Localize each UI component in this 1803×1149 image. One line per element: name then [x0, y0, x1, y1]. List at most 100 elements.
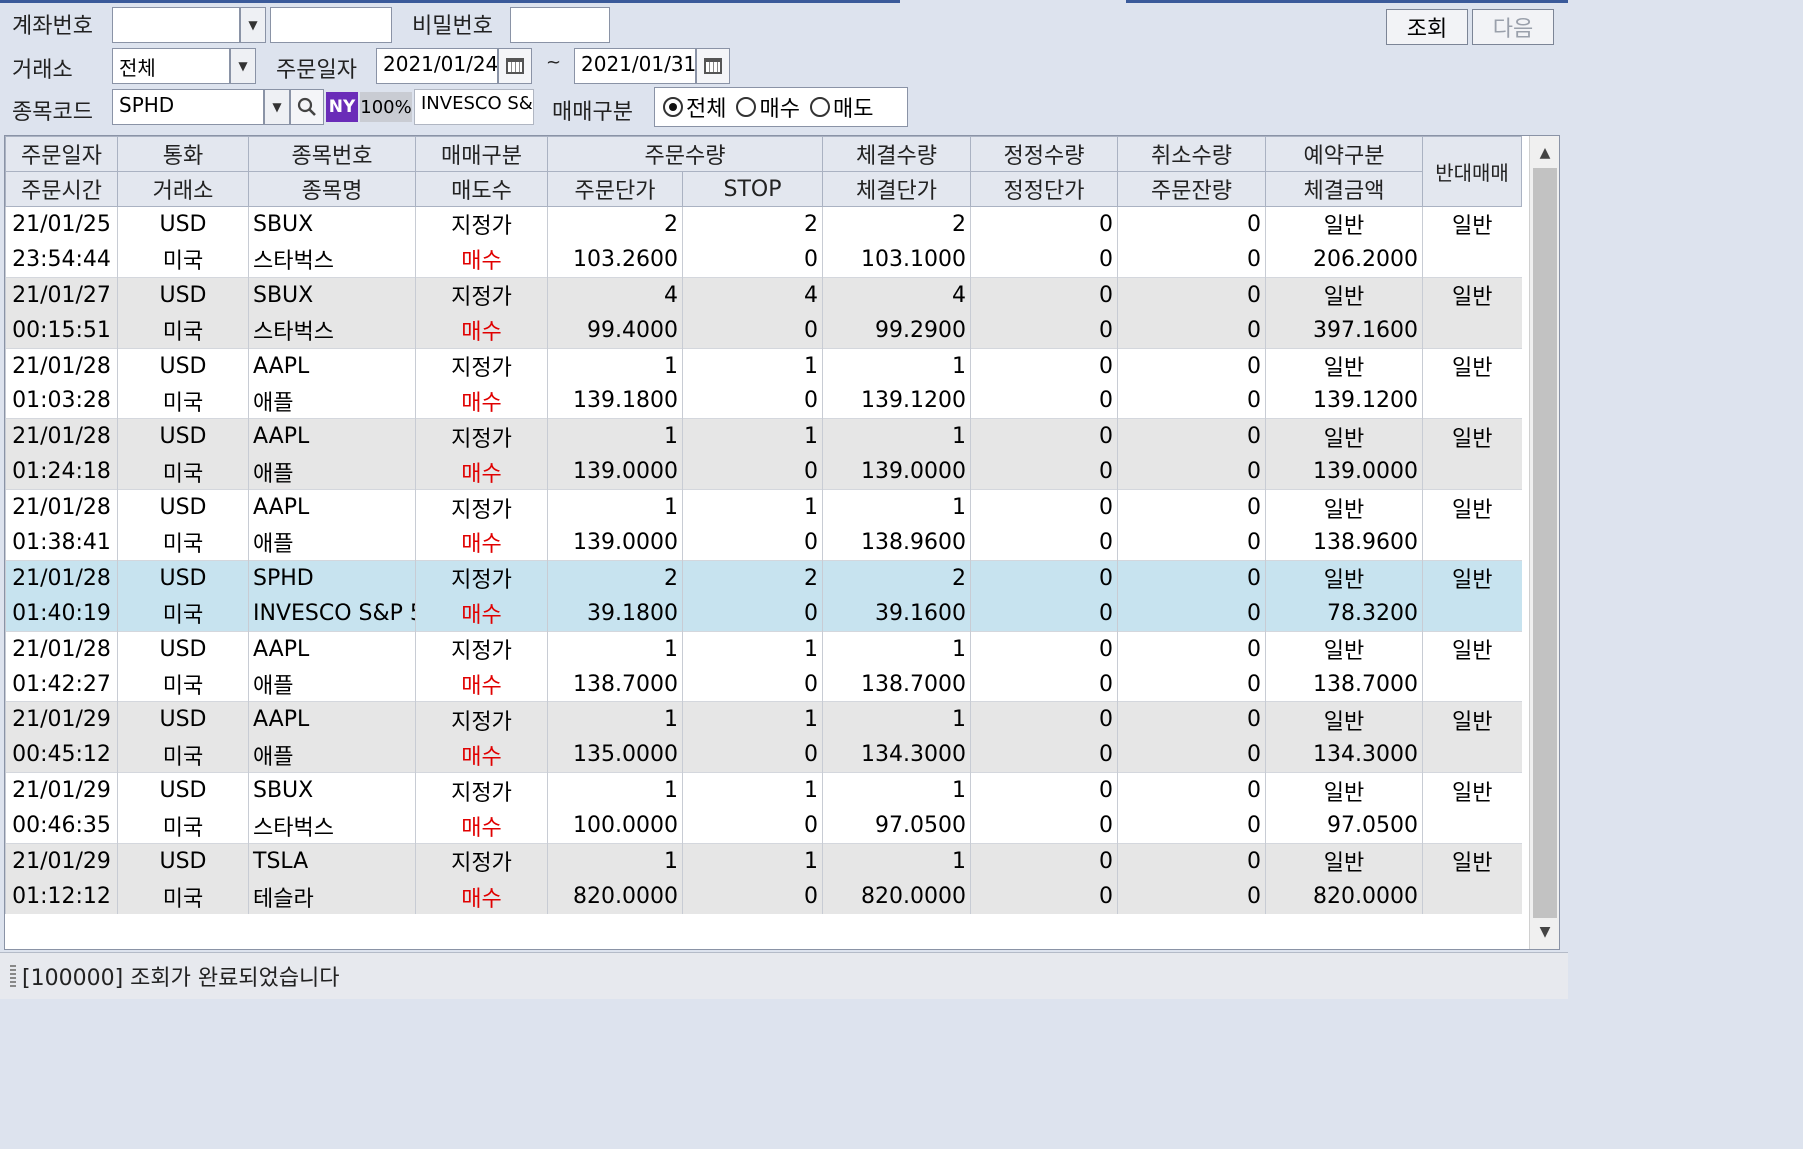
tab-strip-line: [1126, 0, 1568, 3]
header-side[interactable]: 매도수: [415, 171, 548, 207]
table-row[interactable]: 21/01/28 USD AAPL 지정가 1 1 1 0 0 일반 일반: [5, 630, 1522, 667]
header-stop[interactable]: STOP: [682, 171, 823, 207]
trade-type-label: 매매구분: [552, 100, 633, 125]
header-fill-price[interactable]: 체결단가: [822, 171, 971, 207]
table-row[interactable]: 21/01/25 USD SBUX 지정가 2 2 2 0 0 일반 일반: [5, 205, 1522, 242]
cell-currency: USD: [117, 347, 249, 384]
cell-order-type: 지정가: [415, 772, 548, 809]
cell-fill-amount: 138.9600: [1265, 525, 1423, 561]
cell-mod-qty: 0: [970, 205, 1118, 242]
cell-name: 스타벅스: [248, 312, 416, 349]
table-row-detail[interactable]: 00:46:35 미국 스타벅스 매수 100.0000 0 97.0500 0 0 97.050…: [5, 808, 1522, 844]
cell-time: 00:45:12: [5, 737, 118, 773]
cell-time: 00:46:35: [5, 808, 118, 844]
table-row[interactable]: 21/01/28 USD SPHD 지정가 2 2 2 0 0 일반 일반: [5, 559, 1522, 596]
account-select[interactable]: [112, 7, 240, 43]
header-fill-amount[interactable]: 체결금액: [1265, 171, 1423, 207]
table-row-detail[interactable]: 01:38:41 미국 애플 매수 139.0000 0 138.9600 0 0 138.960…: [5, 525, 1522, 561]
header-cancel-qty[interactable]: 취소수량: [1117, 136, 1266, 172]
next-button[interactable]: 다음: [1472, 9, 1554, 45]
header-reserve-type[interactable]: 예약구분: [1265, 136, 1423, 172]
header-symbol-name[interactable]: 종목명: [248, 171, 416, 207]
header-modify-price[interactable]: 정정단가: [970, 171, 1118, 207]
radio-buy[interactable]: 매수: [736, 91, 800, 123]
cell-exchange: 미국: [117, 737, 249, 773]
table-row-detail[interactable]: 01:40:19미국INVESCO S&P 50매수39.1800039.160…: [5, 595, 1522, 632]
date-from-calendar-button[interactable]: [498, 48, 532, 84]
cell-order-qty: 1: [547, 489, 683, 526]
cell-empty: [5, 914, 1522, 949]
header-counter-trade[interactable]: 반대매매: [1422, 136, 1522, 207]
table-row-detail[interactable]: 00:15:51 미국 스타벅스 매수 99.4000 0 99.2900 0 0 397.160…: [5, 312, 1522, 349]
status-bar: [100000] 조회가 완료되었습니다: [0, 952, 1568, 999]
cell-reserve: 일반: [1265, 489, 1423, 526]
cell-date: 21/01/25: [5, 205, 118, 242]
password-input[interactable]: [510, 7, 610, 43]
cell-exchange: 미국: [117, 454, 249, 490]
cell-qty2: 1: [682, 347, 823, 384]
cell-stop: 0: [682, 666, 823, 702]
scroll-down-icon[interactable]: ▼: [1530, 917, 1559, 947]
cell-fill-qty: 1: [822, 630, 971, 667]
header-modify-qty[interactable]: 정정수량: [970, 136, 1118, 172]
account-extra-field[interactable]: [270, 7, 392, 43]
radio-sell[interactable]: 매도: [809, 91, 873, 123]
header-remaining-qty[interactable]: 주문잔량: [1117, 171, 1266, 207]
header-trade-type[interactable]: 매매구분: [415, 136, 548, 172]
query-button[interactable]: 조회: [1386, 9, 1468, 45]
table-row[interactable]: 21/01/28 USD AAPL 지정가 1 1 1 0 0 일반 일반: [5, 418, 1522, 455]
header-order-qty[interactable]: 주문수량: [547, 136, 823, 172]
cell-stop: 0: [682, 737, 823, 773]
cell-currency: USD: [117, 772, 249, 809]
table-row-detail[interactable]: 00:45:12 미국 애플 매수 135.0000 0 134.3000 0 0 134.300…: [5, 737, 1522, 773]
table-row[interactable]: 21/01/29 USD AAPL 지정가 1 1 1 0 0 일반 일반: [5, 701, 1522, 738]
header-order-date[interactable]: 주문일자: [5, 136, 118, 172]
header-symbol-code[interactable]: 종목번호: [248, 136, 416, 172]
exchange-dropdown-button[interactable]: ▼: [230, 48, 256, 84]
order-date-label: 주문일자: [276, 58, 357, 83]
header-currency[interactable]: 통화: [117, 136, 249, 172]
header-order-time[interactable]: 주문시간: [5, 171, 118, 207]
cell-name: 스타벅스: [248, 808, 416, 844]
table-row[interactable]: 21/01/29 USD SBUX 지정가 1 1 1 0 0 일반 일반: [5, 772, 1522, 809]
cell-order-qty: 2: [547, 559, 683, 596]
cell-order-type: 지정가: [415, 418, 548, 455]
table-row-detail[interactable]: 01:03:28 미국 애플 매수 139.1800 0 139.1200 0 0 139.120…: [5, 383, 1522, 419]
table-row[interactable]: 21/01/29 USD TSLA 지정가 1 1 1 0 0 일반 일반: [5, 843, 1522, 879]
exchange-select[interactable]: 전체: [112, 48, 230, 84]
header-exchange[interactable]: 거래소: [117, 171, 249, 207]
date-to-calendar-button[interactable]: [696, 48, 730, 84]
scroll-up-icon[interactable]: ▲: [1530, 138, 1559, 168]
vertical-scrollbar[interactable]: ▲ ▼: [1529, 136, 1559, 949]
cell-currency: USD: [117, 701, 249, 738]
table-row-detail[interactable]: 01:24:18 미국 애플 매수 139.0000 0 139.0000 0 0 139.000…: [5, 454, 1522, 490]
scrollbar-thumb[interactable]: [1533, 168, 1557, 918]
cell-exchange: 미국: [117, 312, 249, 349]
cell-counter: 일반: [1422, 559, 1522, 596]
table-row-detail[interactable]: 23:54:44 미국 스타벅스 매수 103.2600 0 103.1000 0 0 206.2…: [5, 241, 1522, 278]
cell-qty2: 1: [682, 489, 823, 526]
cell-order-price: 139.0000: [547, 525, 683, 561]
table-row-detail[interactable]: 01:12:12 미국 테슬라 매수 820.0000 0 820.0000 0 0 820.00…: [5, 878, 1522, 915]
symbol-search-button[interactable]: [290, 89, 324, 125]
cell-remaining: 0: [1117, 878, 1266, 915]
cell-fill-amount: 97.0500: [1265, 808, 1423, 844]
cell-stop: 0: [682, 312, 823, 349]
header-fill-qty[interactable]: 체결수량: [822, 136, 971, 172]
cell-fill-price: 139.0000: [822, 454, 971, 490]
table-row[interactable]: 21/01/27 USD SBUX 지정가 4 4 4 0 0 일반 일반: [5, 276, 1522, 313]
table-row-detail[interactable]: 01:42:27 미국 애플 매수 138.7000 0 138.7000 0 0 138.700…: [5, 666, 1522, 702]
header-order-price[interactable]: 주문단가: [547, 171, 683, 207]
cell-code: SPHD: [248, 559, 416, 596]
symbol-code-input[interactable]: SPHD: [112, 89, 264, 125]
header-row-2: 주문시간 거래소 종목명 매도수 주문단가 STOP 체결단가 정정단가 주문잔…: [5, 171, 1522, 207]
cell-fill-amount: 820.0000: [1265, 878, 1423, 915]
cell-order-qty: 2: [547, 205, 683, 242]
date-to-input[interactable]: 2021/01/31: [574, 48, 696, 84]
symbol-dropdown-button[interactable]: ▼: [264, 89, 290, 125]
account-dropdown-button[interactable]: ▼: [240, 7, 266, 43]
table-row[interactable]: 21/01/28 USD AAPL 지정가 1 1 1 0 0 일반 일반: [5, 489, 1522, 526]
table-row[interactable]: 21/01/28 USD AAPL 지정가 1 1 1 0 0 일반 일반: [5, 347, 1522, 384]
radio-all[interactable]: 전체: [663, 91, 726, 123]
date-from-input[interactable]: 2021/01/24: [376, 48, 498, 84]
